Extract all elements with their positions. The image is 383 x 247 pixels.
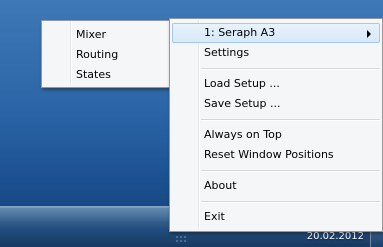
submenu-item-mixer[interactable]: Mixer <box>42 25 180 45</box>
menu-item-settings[interactable]: Settings <box>170 43 382 63</box>
menu-separator <box>201 119 380 120</box>
menu-item-device[interactable]: 1: Seraph A3 <box>172 23 380 43</box>
menu-item-exit-label: Exit <box>204 210 225 223</box>
menu-item-about[interactable]: About <box>170 176 382 196</box>
menu-item-always-on-top[interactable]: Always on Top <box>170 125 382 145</box>
menu-item-about-label: About <box>204 179 237 192</box>
submenu-item-routing[interactable]: Routing <box>42 45 180 65</box>
menu-item-device-label: 1: Seraph A3 <box>204 26 276 39</box>
menu-item-settings-label: Settings <box>204 46 250 59</box>
submenu-item-label: States <box>76 68 111 81</box>
menu-separator <box>201 201 380 202</box>
menu-item-reset-window-positions-label: Reset Window Positions <box>204 148 334 161</box>
chevron-right-icon <box>367 30 371 38</box>
menu-item-load-setup[interactable]: Load Setup ... <box>170 74 382 94</box>
menu-separator <box>201 170 380 171</box>
submenu-item-states[interactable]: States <box>42 65 180 85</box>
taskbar-date[interactable]: 20.02.2012 <box>307 231 364 243</box>
menu-item-save-setup-label: Save Setup ... <box>204 97 281 110</box>
menu-item-reset-window-positions[interactable]: Reset Window Positions <box>170 145 382 165</box>
menu-item-always-on-top-label: Always on Top <box>204 128 282 141</box>
menu-item-save-setup[interactable]: Save Setup ... <box>170 94 382 114</box>
desktop-background: 20.02.2012 Mixer Routing States 1: Serap… <box>0 0 383 247</box>
submenu-item-label: Mixer <box>76 28 107 41</box>
submenu-item-label: Routing <box>76 48 119 61</box>
device-submenu: Mixer Routing States <box>41 20 181 88</box>
taskbar-grip-icon[interactable] <box>175 235 188 243</box>
tray-context-menu: 1: Seraph A3 Settings Load Setup ... Sav… <box>169 18 383 232</box>
menu-item-exit[interactable]: Exit <box>170 207 382 227</box>
menu-item-load-setup-label: Load Setup ... <box>204 77 280 90</box>
menu-separator <box>201 68 380 69</box>
